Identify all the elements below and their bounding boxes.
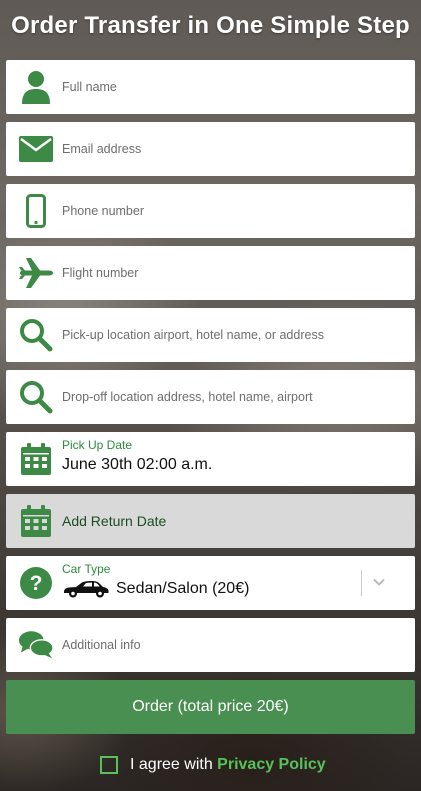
- additional-info-placeholder: Additional info: [62, 638, 141, 652]
- email-field[interactable]: Email address: [6, 122, 415, 176]
- full-name-placeholder: Full name: [62, 80, 117, 94]
- airplane-icon: [18, 255, 54, 291]
- email-placeholder: Email address: [62, 142, 142, 156]
- svg-text:?: ?: [30, 572, 43, 595]
- privacy-agreement: I agree with Privacy Policy: [100, 755, 326, 775]
- phone-placeholder: Phone number: [62, 204, 145, 218]
- car-type-select[interactable]: ? Car Type Sedan/Salon (20€): [6, 556, 415, 610]
- order-button[interactable]: Order (total price 20€): [6, 680, 415, 734]
- phone-field[interactable]: Phone number: [6, 184, 415, 238]
- envelope-icon: [18, 131, 54, 167]
- pickup-date-label: Pick Up Date: [62, 438, 133, 452]
- pickup-date-value: June 30th 02:00 a.m.: [62, 456, 213, 473]
- agree-checkbox[interactable]: [100, 756, 118, 774]
- search-icon: [18, 379, 54, 415]
- pickup-date-field[interactable]: Pick Up Date June 30th 02:00 a.m.: [6, 432, 415, 486]
- additional-info-field[interactable]: Additional info: [6, 618, 415, 672]
- dropoff-location-field[interactable]: Drop-off location address, hotel name, a…: [6, 370, 415, 424]
- question-icon: ?: [18, 565, 54, 601]
- car-type-value: Sedan/Salon (20€): [116, 580, 250, 597]
- person-icon: [18, 69, 54, 105]
- add-return-date-button[interactable]: Add Return Date: [6, 494, 415, 548]
- chevron-down-icon[interactable]: [372, 575, 386, 594]
- agree-text: I agree with: [130, 756, 213, 773]
- page-title: Order Transfer in One Simple Step: [11, 12, 410, 39]
- car-type-label: Car Type: [62, 562, 111, 576]
- select-divider: [361, 570, 362, 596]
- calendar-icon: [18, 503, 54, 539]
- flight-placeholder: Flight number: [62, 266, 139, 280]
- phone-icon: [18, 193, 54, 229]
- search-icon: [18, 317, 54, 353]
- full-name-field[interactable]: Full name: [6, 60, 415, 114]
- privacy-policy-link[interactable]: Privacy Policy: [217, 756, 326, 773]
- pickup-placeholder: Pick-up location airport, hotel name, or…: [62, 328, 324, 342]
- calendar-icon: [18, 441, 54, 477]
- flight-field[interactable]: Flight number: [6, 246, 415, 300]
- pickup-location-field[interactable]: Pick-up location airport, hotel name, or…: [6, 308, 415, 362]
- chat-icon: [18, 627, 54, 663]
- dropoff-placeholder: Drop-off location address, hotel name, a…: [62, 390, 313, 404]
- return-date-label: Add Return Date: [62, 513, 167, 529]
- car-icon: [62, 580, 110, 603]
